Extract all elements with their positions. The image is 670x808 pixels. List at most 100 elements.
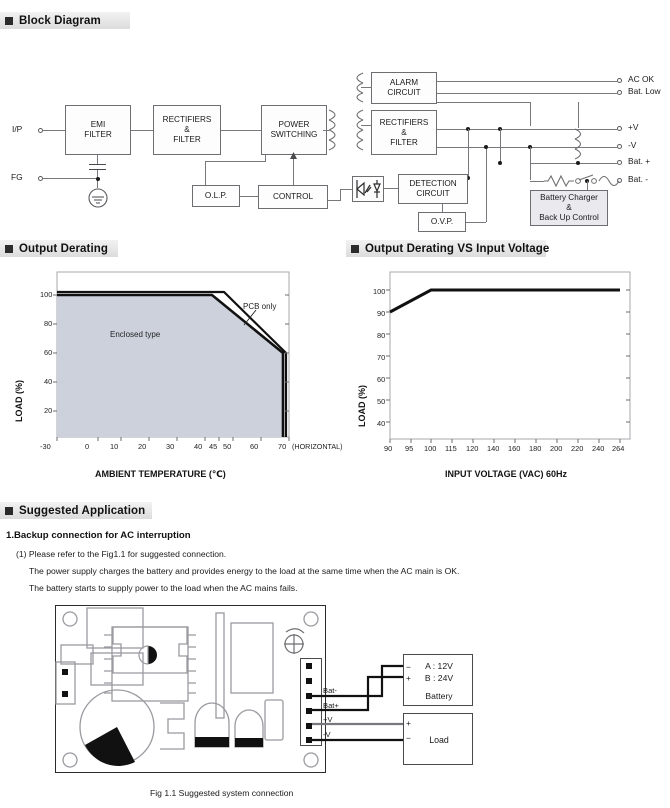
block-battery-charger: Battery Charger & Back Up Control — [530, 190, 608, 226]
application-line-1: (1) Please refer to the Fig1.1 for sugge… — [16, 549, 227, 559]
section-title: Block Diagram — [19, 14, 101, 27]
load-plus-sign: + — [406, 718, 411, 728]
wire-opto-in — [340, 189, 352, 190]
wire-plusv-branch-down — [500, 129, 501, 163]
power-switching-line2: SWITCHING — [270, 130, 318, 139]
pcb-components — [55, 607, 319, 768]
wire-minus-v — [437, 146, 617, 148]
battery-line-b: B : 24V — [424, 673, 454, 684]
wire-ovp-to-minusv — [486, 146, 487, 222]
detection-line1: DETECTION — [409, 179, 457, 188]
alarm-line1: ALARM — [389, 78, 419, 87]
power-switching-line1: POWER — [278, 120, 310, 129]
terminal-bat-low — [617, 90, 622, 95]
wire-olp-up — [205, 161, 206, 185]
terminal-minus-v — [617, 144, 622, 149]
figure-caption: Fig 1.1 Suggested system connection — [150, 788, 294, 798]
label-minus-v: -V — [628, 140, 637, 150]
wire-coil-to-output-rect — [361, 125, 372, 126]
bullet-square-icon — [5, 16, 13, 25]
earth-ground-icon — [88, 188, 108, 208]
section-title: Suggested Application — [19, 504, 146, 517]
relay-coil-icon — [598, 175, 620, 187]
derating-plot — [53, 271, 290, 441]
resistor-icon — [544, 174, 574, 188]
section-header-output-derating-vs-input: Output Derating VS Input Voltage — [346, 240, 550, 257]
input-rect-line2: & — [184, 125, 190, 134]
wire-switch-to-xfmr — [323, 130, 329, 131]
x-axis-title: AMBIENT TEMPERATURE (℃) — [95, 469, 226, 479]
label-bat-plus: Bat. + — [628, 156, 651, 166]
wire-coil-to-alarm — [361, 87, 372, 88]
load-minus-sign: − — [406, 733, 411, 743]
transformer-primary-icon — [328, 109, 336, 151]
wire-ac-ok — [437, 80, 617, 82]
section-header-suggested-application: Suggested Application — [0, 502, 152, 519]
output-inductor-icon — [574, 128, 582, 160]
datasheet-page: Block Diagram I/P FG EMI FILTER RECTIFIE… — [0, 0, 670, 808]
battery-box: A : 12V B : 24V Battery — [403, 654, 473, 706]
section-title: Output Derating VS Input Voltage — [365, 242, 550, 255]
block-control: CONTROL — [258, 185, 328, 209]
alarm-line2: CIRCUIT — [387, 88, 421, 97]
output-rect-line1: RECTIFIERS — [379, 117, 429, 127]
wire-control-to-opto-h — [328, 200, 340, 201]
wire-detection-to-ovp — [442, 204, 443, 212]
application-figure: Bat- Bat+ +V -V A : 12V B : 24V Battery … — [0, 600, 670, 808]
input-rect-line1: RECTIFIERS — [162, 115, 212, 124]
wire-ip — [43, 130, 65, 131]
application-heading: 1.Backup connection for AC interruption — [6, 530, 191, 541]
wire-plusv-bus-down — [468, 129, 469, 179]
optocoupler-icon — [356, 180, 381, 198]
cap-plate-top — [89, 164, 106, 166]
section-header-output-derating: Output Derating — [0, 240, 118, 257]
bullet-square-icon — [5, 244, 13, 253]
block-input-rectifier: RECTIFIERS & FILTER — [153, 105, 221, 155]
node-ovp-minusv — [484, 144, 488, 149]
wire-inductor-top — [578, 102, 579, 128]
battery-line-a: A : 12V — [425, 660, 453, 671]
wire-control-to-switch — [293, 156, 294, 185]
bullet-square-icon — [5, 506, 13, 515]
battery-minus-sign: − — [406, 662, 411, 672]
wire-alarm-feedback — [437, 102, 530, 103]
terminal-plus-v — [617, 126, 622, 131]
wire-alarm-feedback-down — [530, 102, 531, 126]
wire-opto-to-detection — [384, 188, 398, 189]
block-diagram: I/P FG EMI FILTER RECTIFIERS & FILTER PO… — [0, 30, 670, 232]
chart-output-derating: LOAD (%) AMBIENT TEMPERATURE (℃) 100 80 … — [0, 262, 343, 487]
block-olp: O.L.P. — [192, 185, 240, 207]
label-plus-v: +V — [628, 122, 639, 132]
block-optocoupler — [352, 176, 384, 202]
charger-line3: Back Up Control — [539, 213, 599, 222]
arrow-up-icon — [290, 152, 297, 159]
input-rect-line3: FILTER — [173, 135, 201, 144]
wire-emi-to-rect — [131, 130, 153, 131]
terminal-bat-plus — [617, 160, 622, 165]
label-fg: FG — [11, 172, 23, 182]
emi-filter-line1: EMI — [90, 120, 106, 129]
node-batplus-branch — [498, 161, 502, 165]
charger-line2: & — [566, 203, 572, 212]
charger-line1: Battery Charger — [540, 193, 598, 202]
block-output-rectifier: RECTIFIERS & FILTER — [371, 110, 437, 155]
wire-olp-to-control — [240, 196, 258, 197]
block-detection-circuit: DETECTION CIRCUIT — [398, 174, 468, 204]
wire-ovp-right — [466, 222, 486, 223]
battery-name: Battery — [425, 690, 453, 701]
battery-plus-sign: + — [406, 673, 411, 683]
wire-charger-left — [530, 180, 544, 182]
wire-fg — [43, 178, 98, 179]
wire-olp-to-switch — [205, 161, 265, 162]
output-rect-line3: FILTER — [390, 137, 418, 147]
node-inductor-bottom — [576, 161, 580, 165]
block-power-switching: POWER SWITCHING — [261, 105, 327, 155]
wire-minusv-down — [530, 147, 531, 180]
bullet-square-icon — [351, 244, 359, 253]
chart-output-derating-vs-input: LOAD (%) INPUT VOLTAGE (VAC) 60Hz 100 90… — [335, 262, 670, 487]
annotation-enclosed-type: Enclosed type — [110, 330, 161, 339]
output-rect-line2: & — [401, 127, 407, 137]
x-axis-title: INPUT VOLTAGE (VAC) 60Hz — [445, 469, 568, 479]
detection-line2: CIRCUIT — [416, 189, 450, 198]
transformer-secondary-icon — [356, 109, 364, 151]
